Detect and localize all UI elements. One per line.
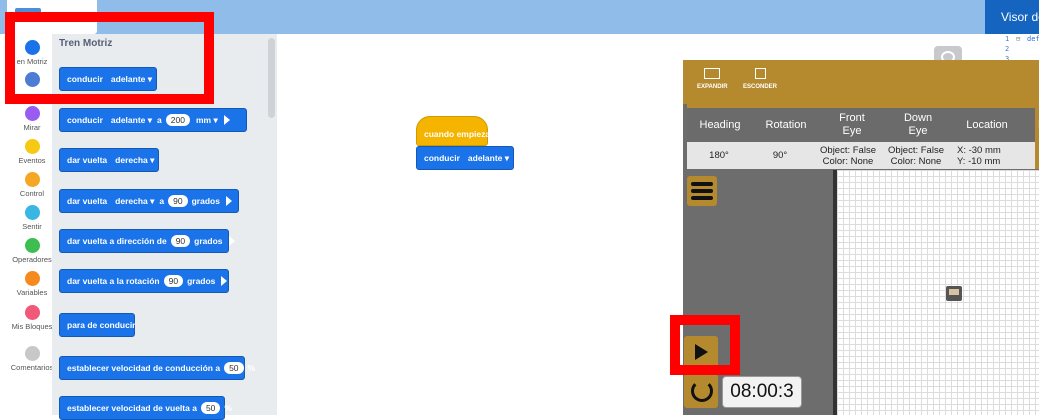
code-keyword: def (1027, 35, 1039, 43)
block-unit: grados (191, 196, 220, 206)
block-connector: a (157, 115, 162, 125)
category-dot-icon (24, 172, 40, 187)
sensor-header: Rotation (765, 119, 807, 131)
block-number-input[interactable]: 200 (165, 114, 190, 126)
code-viewer-title: Visor de (1001, 10, 1039, 24)
when-start-label: cuando empieza (424, 129, 491, 139)
sensor-value: 180° (709, 150, 729, 161)
hide-icon (754, 68, 766, 79)
palette-block[interactable]: establecer velocidad de vuelta a 50% (59, 396, 232, 420)
simulation-field (837, 170, 1039, 415)
sensor-table-header: Heading Rotation Front Eye Down Eye Location… (687, 108, 1039, 142)
sensor-table: Heading Rotation Front Eye Down Eye Location… (687, 104, 1039, 169)
block-number-input[interactable]: 50 (224, 362, 244, 374)
block-number-input[interactable]: 90 (168, 195, 188, 207)
palette-block[interactable]: establecer velocidad de conducción a 50% (59, 356, 255, 380)
block-dropdown[interactable]: derecha (115, 155, 154, 166)
block-label: dar vuelta a dirección de (67, 236, 167, 246)
block-label: dar vuelta a la rotación (67, 276, 160, 286)
sensor-header: Heading (699, 119, 741, 131)
sensor-value: Object: False Color: None (820, 145, 876, 167)
fold-icon[interactable]: ⊟ (1016, 35, 1020, 43)
sensor-header: Front Eye (839, 112, 865, 137)
highlight-box-play (670, 315, 740, 375)
category-dot-icon (24, 139, 40, 154)
block-label: establecer velocidad de vuelta a (67, 403, 197, 413)
highlight-box-category (5, 12, 214, 104)
direction-dropdown[interactable]: adelante (468, 153, 509, 164)
block-arrow-icon (225, 196, 232, 206)
workspace-drive-block[interactable]: conducir adelante (416, 146, 514, 170)
hide-label: ESCONDER (743, 84, 778, 90)
robot-icon (946, 286, 962, 301)
line-number: 2 (1005, 45, 1010, 53)
line-number: 1 (1005, 35, 1010, 43)
category-dot-icon (24, 346, 40, 361)
sensor-header: L (1031, 119, 1039, 132)
category-dot-icon (24, 106, 40, 121)
palette-block[interactable]: conducir adelante a200 mm (59, 108, 247, 132)
block-arrow-icon (221, 276, 228, 286)
block-unit: grados (187, 276, 216, 286)
block-number-input[interactable]: 90 (163, 275, 184, 287)
timer-display: 08:00:3 (722, 376, 802, 408)
palette-block[interactable]: dar vuelta derecha (59, 148, 159, 172)
hide-button[interactable]: ESCONDER (743, 68, 777, 90)
block-dropdown[interactable]: adelante (111, 115, 152, 126)
block-unit: % (247, 363, 256, 373)
sensor-table-values: 180° 90° Object: False Color: None Object: … (687, 142, 1035, 169)
simulator-toolbar: EXPANDIR ESCONDER (683, 60, 1039, 104)
block-label: conducir (424, 153, 460, 163)
expand-label: EXPANDIR (697, 84, 728, 90)
block-unit: % (224, 403, 232, 413)
block-unit[interactable]: mm (196, 115, 218, 126)
code-viewer-header[interactable]: Visor de (985, 0, 1039, 34)
block-label: dar vuelta (67, 196, 108, 206)
block-connector: a (159, 196, 165, 206)
sensor-value: 90° (772, 150, 788, 161)
block-number-input[interactable]: 90 (170, 235, 191, 247)
sensor-header: Location (966, 119, 1008, 131)
sensor-header: Down Eye (903, 112, 933, 137)
palette-block[interactable]: dar vuelta a dirección de 90 grados (59, 229, 235, 253)
block-number-input[interactable]: 50 (200, 402, 221, 414)
category-dot-icon (24, 271, 40, 286)
block-label: establecer velocidad de conducción a (67, 363, 221, 373)
block-unit: grados (194, 236, 223, 246)
reset-button[interactable] (684, 374, 718, 408)
block-arrow-icon (228, 236, 235, 246)
sensor-value: Object: False Color: None (888, 145, 944, 167)
expand-icon (704, 68, 721, 79)
block-arrow-icon (223, 115, 230, 125)
expand-button[interactable]: EXPANDIR (697, 68, 728, 90)
sensor-value: X: -30 mm Y: -10 mm (957, 145, 1001, 167)
category-dot-icon (24, 305, 40, 320)
palette-scrollbar[interactable] (268, 38, 275, 118)
block-dropdown[interactable]: derecha (115, 196, 154, 207)
hamburger-menu-button[interactable] (687, 176, 717, 206)
category-dot-icon (24, 238, 40, 253)
category-dot-icon (24, 205, 40, 220)
palette-block[interactable]: para de conducir (59, 313, 136, 337)
palette-block[interactable]: dar vuelta a la rotación 90 grados (59, 269, 229, 293)
block-label: dar vuelta (67, 155, 108, 165)
palette-block[interactable]: dar vuelta derecha a90grados (59, 189, 239, 213)
block-label: para de conducir (67, 320, 136, 330)
block-label: conducir (67, 115, 103, 125)
when-start-block[interactable]: cuando empieza (416, 116, 491, 146)
